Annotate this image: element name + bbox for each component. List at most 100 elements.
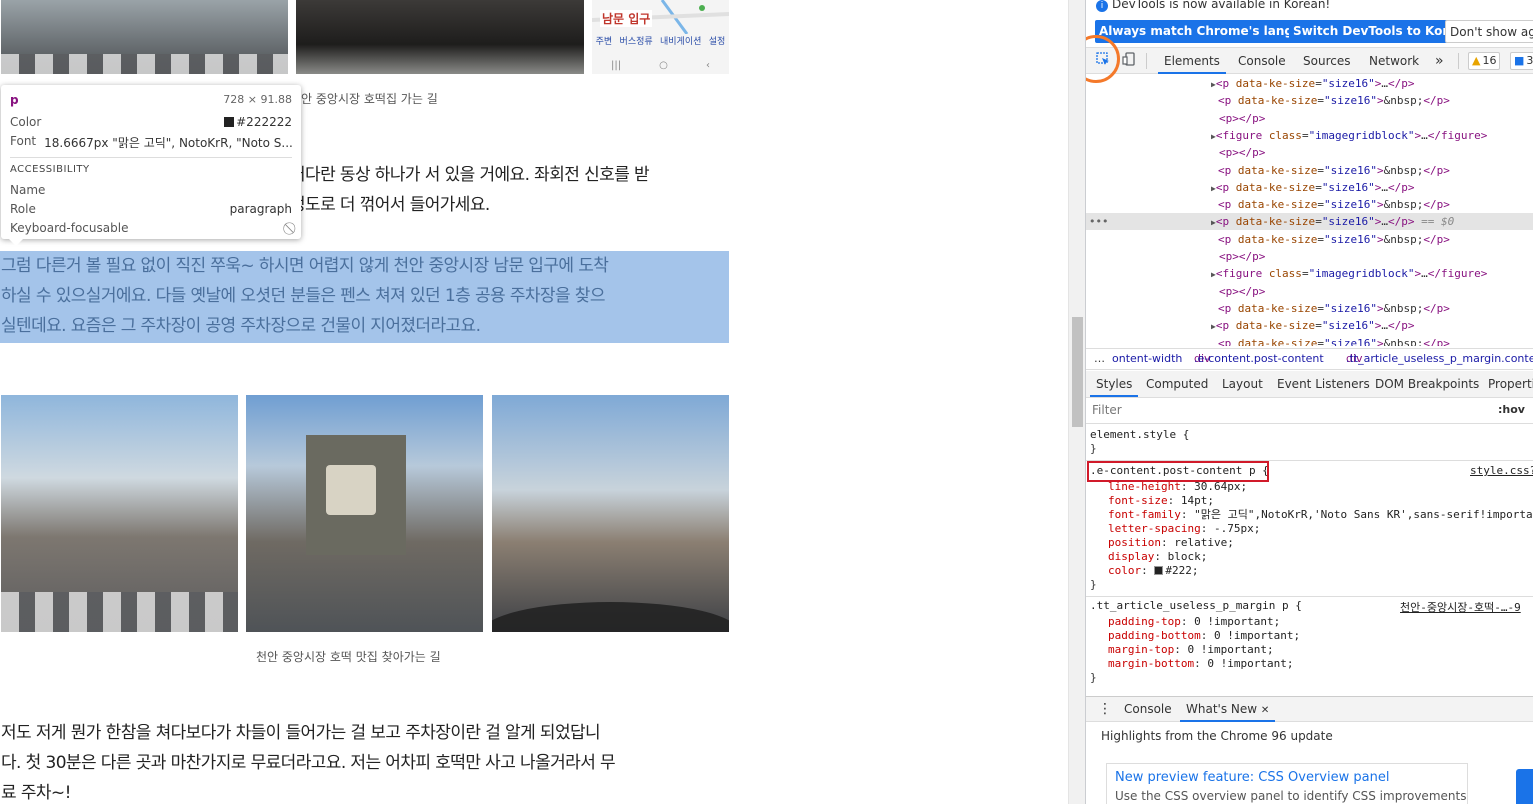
tab-elements[interactable]: Elements [1158,48,1226,74]
close-icon[interactable]: ✕ [1261,705,1269,716]
devtools-toolbar: Elements Console Sources Network » ▲ 16 ■… [1086,35,1533,83]
feature-card[interactable]: New preview feature: CSS Overview panel … [1106,763,1468,804]
styles-tabs: Styles Computed Layout Event Listeners D… [1086,371,1533,398]
dom-node[interactable]: ▶<figure class="imagegridblock">…</figur… [1086,127,1533,144]
annotation-box [1087,461,1269,482]
css-property[interactable]: font-size: 14pt; [1108,494,1214,508]
dom-node[interactable]: ▶<figure class="imagegridblock">…</figur… [1086,265,1533,282]
tab-styles[interactable]: Styles [1090,371,1139,397]
paragraph-line: 하실 수 있으실거에요. 다들 옛날에 오셧던 분들은 펜스 쳐져 있던 1층 … [1,286,605,306]
paragraph: 커다란 동상 하나가 서 있을 거에요. 좌회전 신호를 받 정도로 더 꺾어서… [290,160,650,220]
dom-node[interactable]: <p></p> [1086,248,1533,265]
drawer-menu-icon[interactable]: ⋮ [1098,697,1112,722]
rule-source-link[interactable]: 천안-중앙시장-호떡-…-9 [1400,599,1521,615]
styles-filter: Filter :hov [1086,399,1533,424]
video-thumbnail[interactable] [1516,769,1533,804]
selected-paragraph: 그럼 다른거 볼 필요 없이 직진 쭈욱~ 하시면 어렵지 않게 천안 중앙시장… [0,251,729,341]
tooltip-section-title: ACCESSIBILITY [10,164,90,175]
hov-toggle[interactable]: :hov [1498,403,1525,416]
tab-sources[interactable]: Sources [1303,48,1350,74]
dom-node[interactable]: <p></p> [1086,283,1533,300]
node-menu-icon[interactable]: ••• [1089,213,1108,230]
dom-node[interactable]: ▶<p data-ke-size="size16">…</p> [1086,75,1533,92]
breadcrumb-ellipsis[interactable]: … [1094,349,1105,369]
map-label-south-gate: 남문 입구 [600,10,653,27]
map-nav-item[interactable]: 버스정류 [620,34,653,47]
breadcrumb-item[interactable]: ontent-width [1112,349,1182,369]
device-toolbar-icon[interactable] [1120,52,1138,70]
tab-layout[interactable]: Layout [1222,371,1263,397]
dom-node[interactable]: <p></p> [1086,110,1533,127]
tab-event-listeners[interactable]: Event Listeners [1277,371,1370,397]
home-icon: ○ [659,59,668,71]
photo-market-street [1,395,238,632]
recent-apps-icon: ||| [611,59,622,71]
css-property[interactable]: font-family: "맑은 고딕",NotoKrR,'Noto Sans … [1108,508,1533,522]
map-nav-item[interactable]: 설정 [709,34,726,47]
photo-road-truck [1,0,288,74]
css-property[interactable]: padding-top: 0 !important; [1108,615,1280,629]
css-property[interactable]: letter-spacing: -.75px; [1108,522,1260,536]
language-notice: i DevTools is now available in Korean! Al… [1086,0,1533,46]
whats-new-panel: Highlights from the Chrome 96 update New… [1086,723,1533,804]
dom-node[interactable]: ••• ▶<p data-ke-size="size16">…</p> == $0 [1086,213,1533,231]
phone-nav-bar: ||| ○ ‹ [592,56,729,74]
scrollbar-thumb[interactable] [1072,317,1083,427]
css-property[interactable]: margin-bottom: 0 !important; [1108,657,1293,671]
css-property[interactable]: line-height: 30.64px; [1108,480,1247,494]
tooltip-role-value: paragraph [229,202,292,216]
tooltip-dimensions: 728 × 91.88 [223,93,292,106]
feature-card-description: Use the CSS overview panel to identify C… [1115,789,1467,803]
whats-new-heading: Highlights from the Chrome 96 update [1101,729,1333,743]
tab-dom-breakpoints[interactable]: DOM Breakpoints [1375,371,1479,397]
tooltip-focus-label: Keyboard-focusable [10,221,129,235]
css-property[interactable]: position: relative; [1108,536,1234,550]
page-scrollbar[interactable] [1068,0,1085,804]
drawer-tabs: ⋮ Console What's New ✕ [1086,696,1533,722]
image-caption: 천안 중앙시장 호떡 맛집 찾아가는 길 [256,650,441,664]
warnings-badge[interactable]: ▲ 16 [1468,52,1501,70]
messages-badge[interactable]: ■ 3 [1510,52,1533,70]
dom-node[interactable]: <p data-ke-size="size16">&nbsp;</p> [1086,196,1533,213]
info-icon: i [1096,0,1108,12]
rule-close: } [1090,578,1097,591]
tab-computed[interactable]: Computed [1146,371,1208,397]
tooltip-color-value: #222222 [236,115,292,129]
drawer-tab-whats-new[interactable]: What's New ✕ [1180,697,1276,722]
paragraph: 저도 저게 뭔가 한참을 쳐다보다가 차들이 들어가는 걸 보고 주차장이란 걸… [1,718,616,804]
dont-show-button[interactable]: Don't show aga [1445,20,1533,43]
tab-console[interactable]: Console [1238,48,1286,74]
css-property[interactable]: padding-bottom: 0 !important; [1108,629,1300,643]
css-property[interactable]: margin-top: 0 !important; [1108,643,1274,657]
rule-close: } [1090,671,1097,684]
inspect-tooltip: p 728 × 91.88 Color #222222 Font 18.6667… [1,85,301,246]
map-nav-item[interactable]: 내비게이션 [660,34,701,47]
rule-source-link[interactable]: style.css? [1470,464,1533,477]
dom-node[interactable]: ▶<p data-ke-size="size16">…</p> [1086,317,1533,334]
map-nav-item[interactable]: 주변 [596,34,613,47]
dom-node[interactable]: <p data-ke-size="size16">&nbsp;</p> [1086,300,1533,317]
filter-input[interactable]: Filter [1092,403,1122,417]
css-property[interactable]: display: block; [1108,550,1207,564]
back-icon: ‹ [705,59,710,71]
drawer-tab-console[interactable]: Console [1124,697,1172,722]
tooltip-color-label: Color [10,115,42,129]
breadcrumb: … ontent-width div .e-content.post-conten… [1086,348,1533,370]
tab-network[interactable]: Network [1369,48,1419,74]
dom-node[interactable]: ▶<p data-ke-size="size16">…</p> [1086,179,1533,196]
more-tabs-icon[interactable]: » [1435,48,1444,74]
tooltip-role-label: Role [10,202,36,216]
dom-node[interactable]: <p></p> [1086,144,1533,161]
css-property[interactable]: color: #222; [1108,564,1199,578]
color-swatch[interactable] [1154,566,1164,575]
dom-node[interactable]: <p data-ke-size="size16">&nbsp;</p> [1086,231,1533,248]
tab-properties[interactable]: Properties [1488,371,1533,397]
feature-card-title[interactable]: New preview feature: CSS Overview panel [1115,770,1389,785]
dom-node[interactable]: <p data-ke-size="size16">&nbsp;</p> [1086,162,1533,179]
paragraph-line: 실텐데요. 요즘은 그 주차장이 공영 주차장으로 건물이 지어졌더라고요. [1,316,481,336]
dom-tree: ▶<p data-ke-size="size16">…</p> <p data-k… [1086,75,1533,346]
dom-node[interactable]: <p data-ke-size="size16">&nbsp;</p> [1086,92,1533,109]
paragraph-line: 저도 저게 뭔가 한참을 쳐다보다가 차들이 들어가는 걸 보고 주차장이란 걸… [1,723,601,743]
tooltip-name-label: Name [10,183,46,197]
dom-node[interactable]: <p data-ke-size="size16">&nbsp;</p> [1086,335,1533,347]
